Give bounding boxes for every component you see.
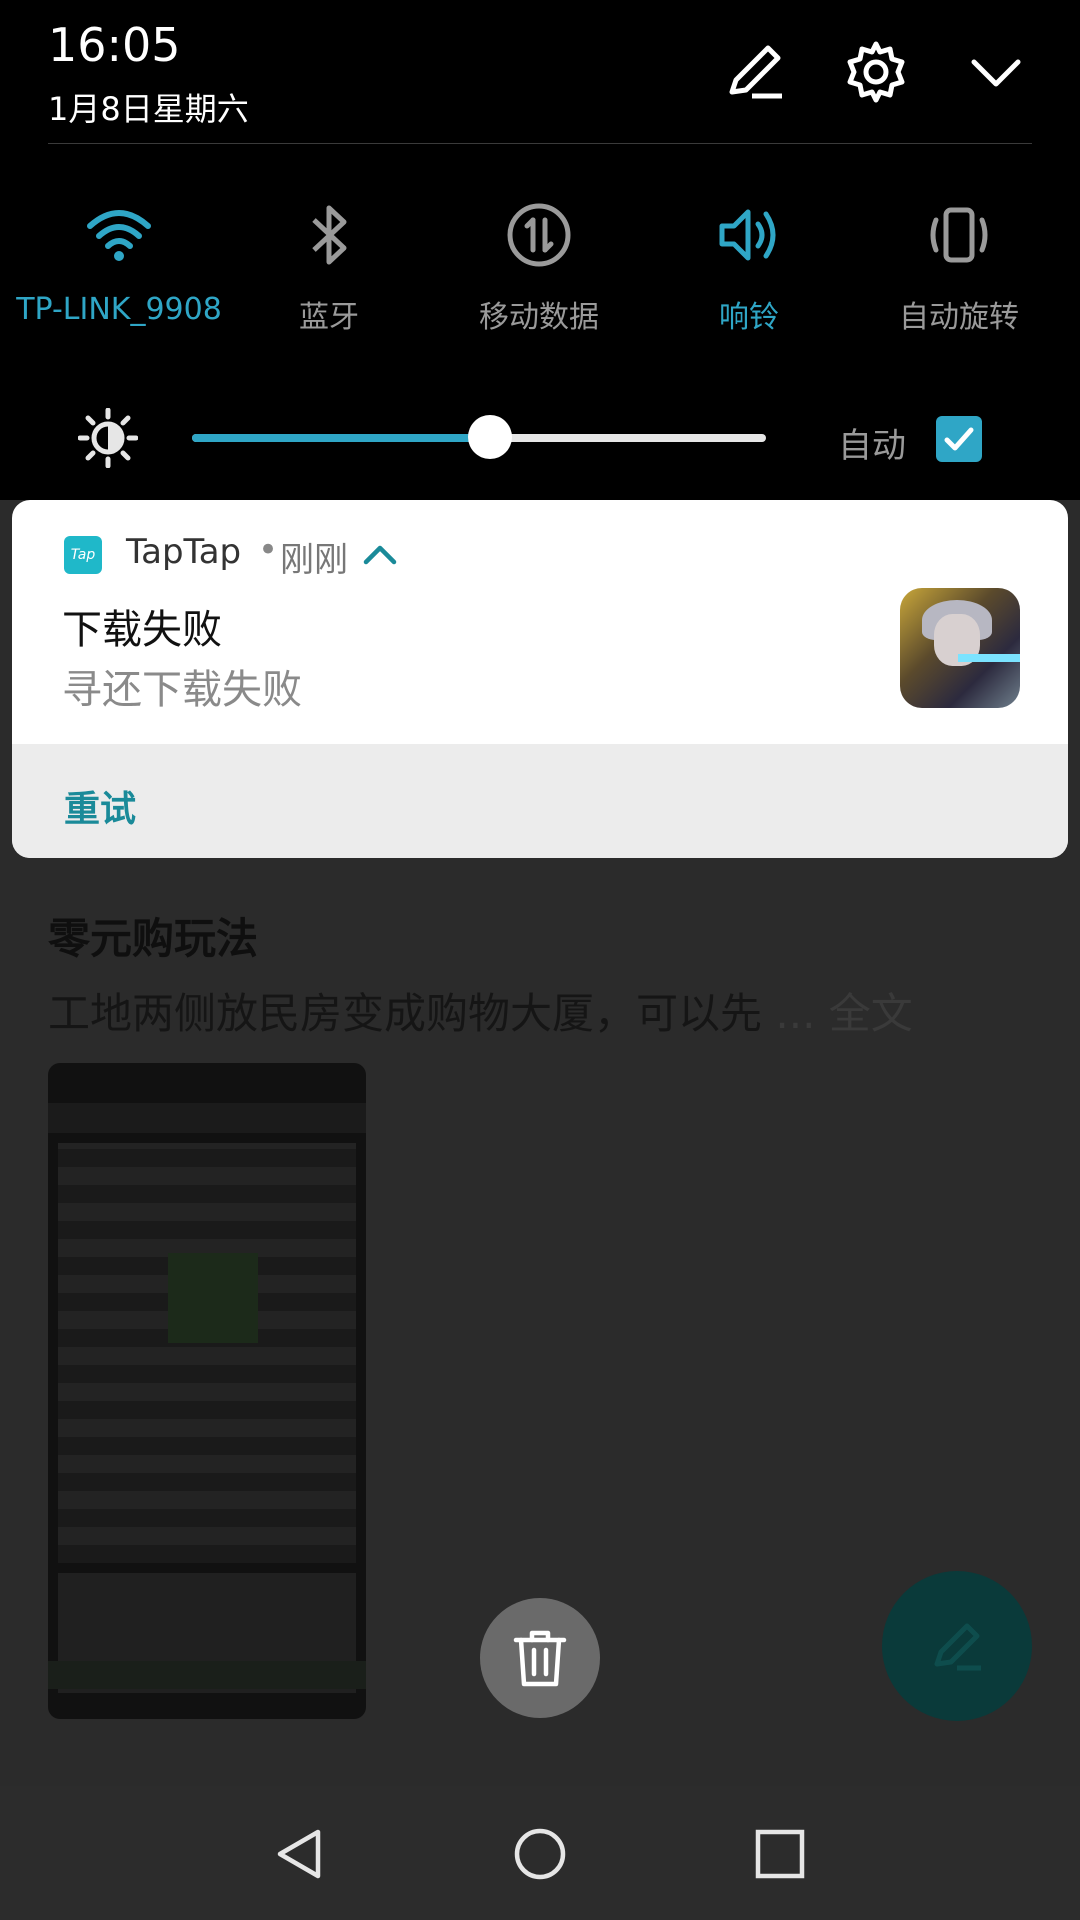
post-body-text: 工地两侧放民房变成购物大厦，可以先: [48, 989, 763, 1038]
thumbnail-weapon-beam: [958, 654, 1020, 662]
edit-icon[interactable]: [722, 40, 786, 104]
collapse-chevron-icon[interactable]: [964, 40, 1028, 104]
system-navigation-bar: [0, 1786, 1080, 1920]
notification-card[interactable]: Tap TapTap • 刚刚 下载失败 寻还下载失败 重试: [12, 500, 1068, 858]
notification-title: 下载失败: [62, 607, 222, 653]
game-thumbnail-image: [900, 588, 1020, 708]
taptap-app-icon: Tap: [64, 536, 102, 574]
auto-brightness-label: 自动: [838, 426, 906, 466]
clear-notifications-button[interactable]: [480, 1598, 600, 1718]
clock-time: 16:05: [48, 18, 181, 72]
game-map: [58, 1143, 356, 1563]
expand-chevron-up-icon[interactable]: [360, 534, 400, 574]
game-top-bar: [48, 1103, 366, 1133]
post-screenshot-image[interactable]: [48, 1063, 366, 1719]
trash-icon: [513, 1630, 567, 1687]
qs-tile-mobile-data[interactable]: 移动数据: [434, 200, 644, 336]
brightness-slider-fill: [192, 434, 491, 442]
brightness-slider[interactable]: [192, 415, 766, 459]
speaker-icon: [719, 209, 776, 261]
qs-tile-bluetooth[interactable]: 蓝牙: [224, 200, 434, 336]
qs-label-auto-rotate: 自动旋转: [899, 300, 1019, 335]
auto-brightness-checkbox[interactable]: [936, 416, 982, 462]
post-more-ellipsis: ...: [775, 989, 816, 1038]
checkmark-icon: [944, 427, 974, 451]
home-circle-icon[interactable]: [512, 1826, 568, 1882]
qs-label-mobile-data: 移动数据: [479, 300, 599, 335]
wifi-icon: [87, 210, 151, 261]
post-body[interactable]: 工地两侧放民房变成购物大厦，可以先 ... 全文: [48, 980, 913, 1041]
back-triangle-icon[interactable]: [272, 1826, 328, 1882]
compose-pen-icon: [934, 1623, 981, 1671]
brightness-slider-thumb[interactable]: [468, 415, 513, 459]
header-divider: [48, 143, 1032, 144]
retry-button[interactable]: 重试: [64, 780, 136, 832]
notification-shade: 16:05 1月8日星期六 TP-LINK_9908 蓝牙 移动数据 响铃 自动…: [0, 0, 1080, 500]
compose-fab-button[interactable]: [882, 1571, 1032, 1721]
brightness-icon: [78, 408, 138, 468]
bluetooth-icon: [312, 205, 347, 265]
notification-app-name: TapTap: [126, 532, 242, 572]
post-title[interactable]: 零元购玩法: [48, 905, 258, 966]
qs-label-ring: 响铃: [719, 300, 779, 335]
mobile-data-icon: [507, 203, 571, 267]
read-more-link[interactable]: 全文: [829, 989, 913, 1038]
notification-time: 刚刚: [280, 540, 348, 580]
notification-body: 寻还下载失败: [62, 667, 302, 713]
clock-date: 1月8日星期六: [48, 90, 249, 128]
game-button-row: [48, 1661, 366, 1689]
notification-actions: 重试: [12, 744, 1068, 858]
auto-rotate-icon: [930, 207, 988, 263]
qs-label-bluetooth: 蓝牙: [299, 300, 359, 335]
qs-label-wifi: TP-LINK_9908: [16, 292, 222, 327]
notification-separator: •: [258, 530, 279, 570]
recents-square-icon[interactable]: [752, 1826, 808, 1882]
qs-tile-ring[interactable]: 响铃: [644, 200, 854, 336]
settings-icon[interactable]: [844, 40, 908, 104]
qs-tile-auto-rotate[interactable]: 自动旋转: [854, 200, 1064, 336]
qs-tile-wifi[interactable]: TP-LINK_9908: [14, 200, 224, 327]
